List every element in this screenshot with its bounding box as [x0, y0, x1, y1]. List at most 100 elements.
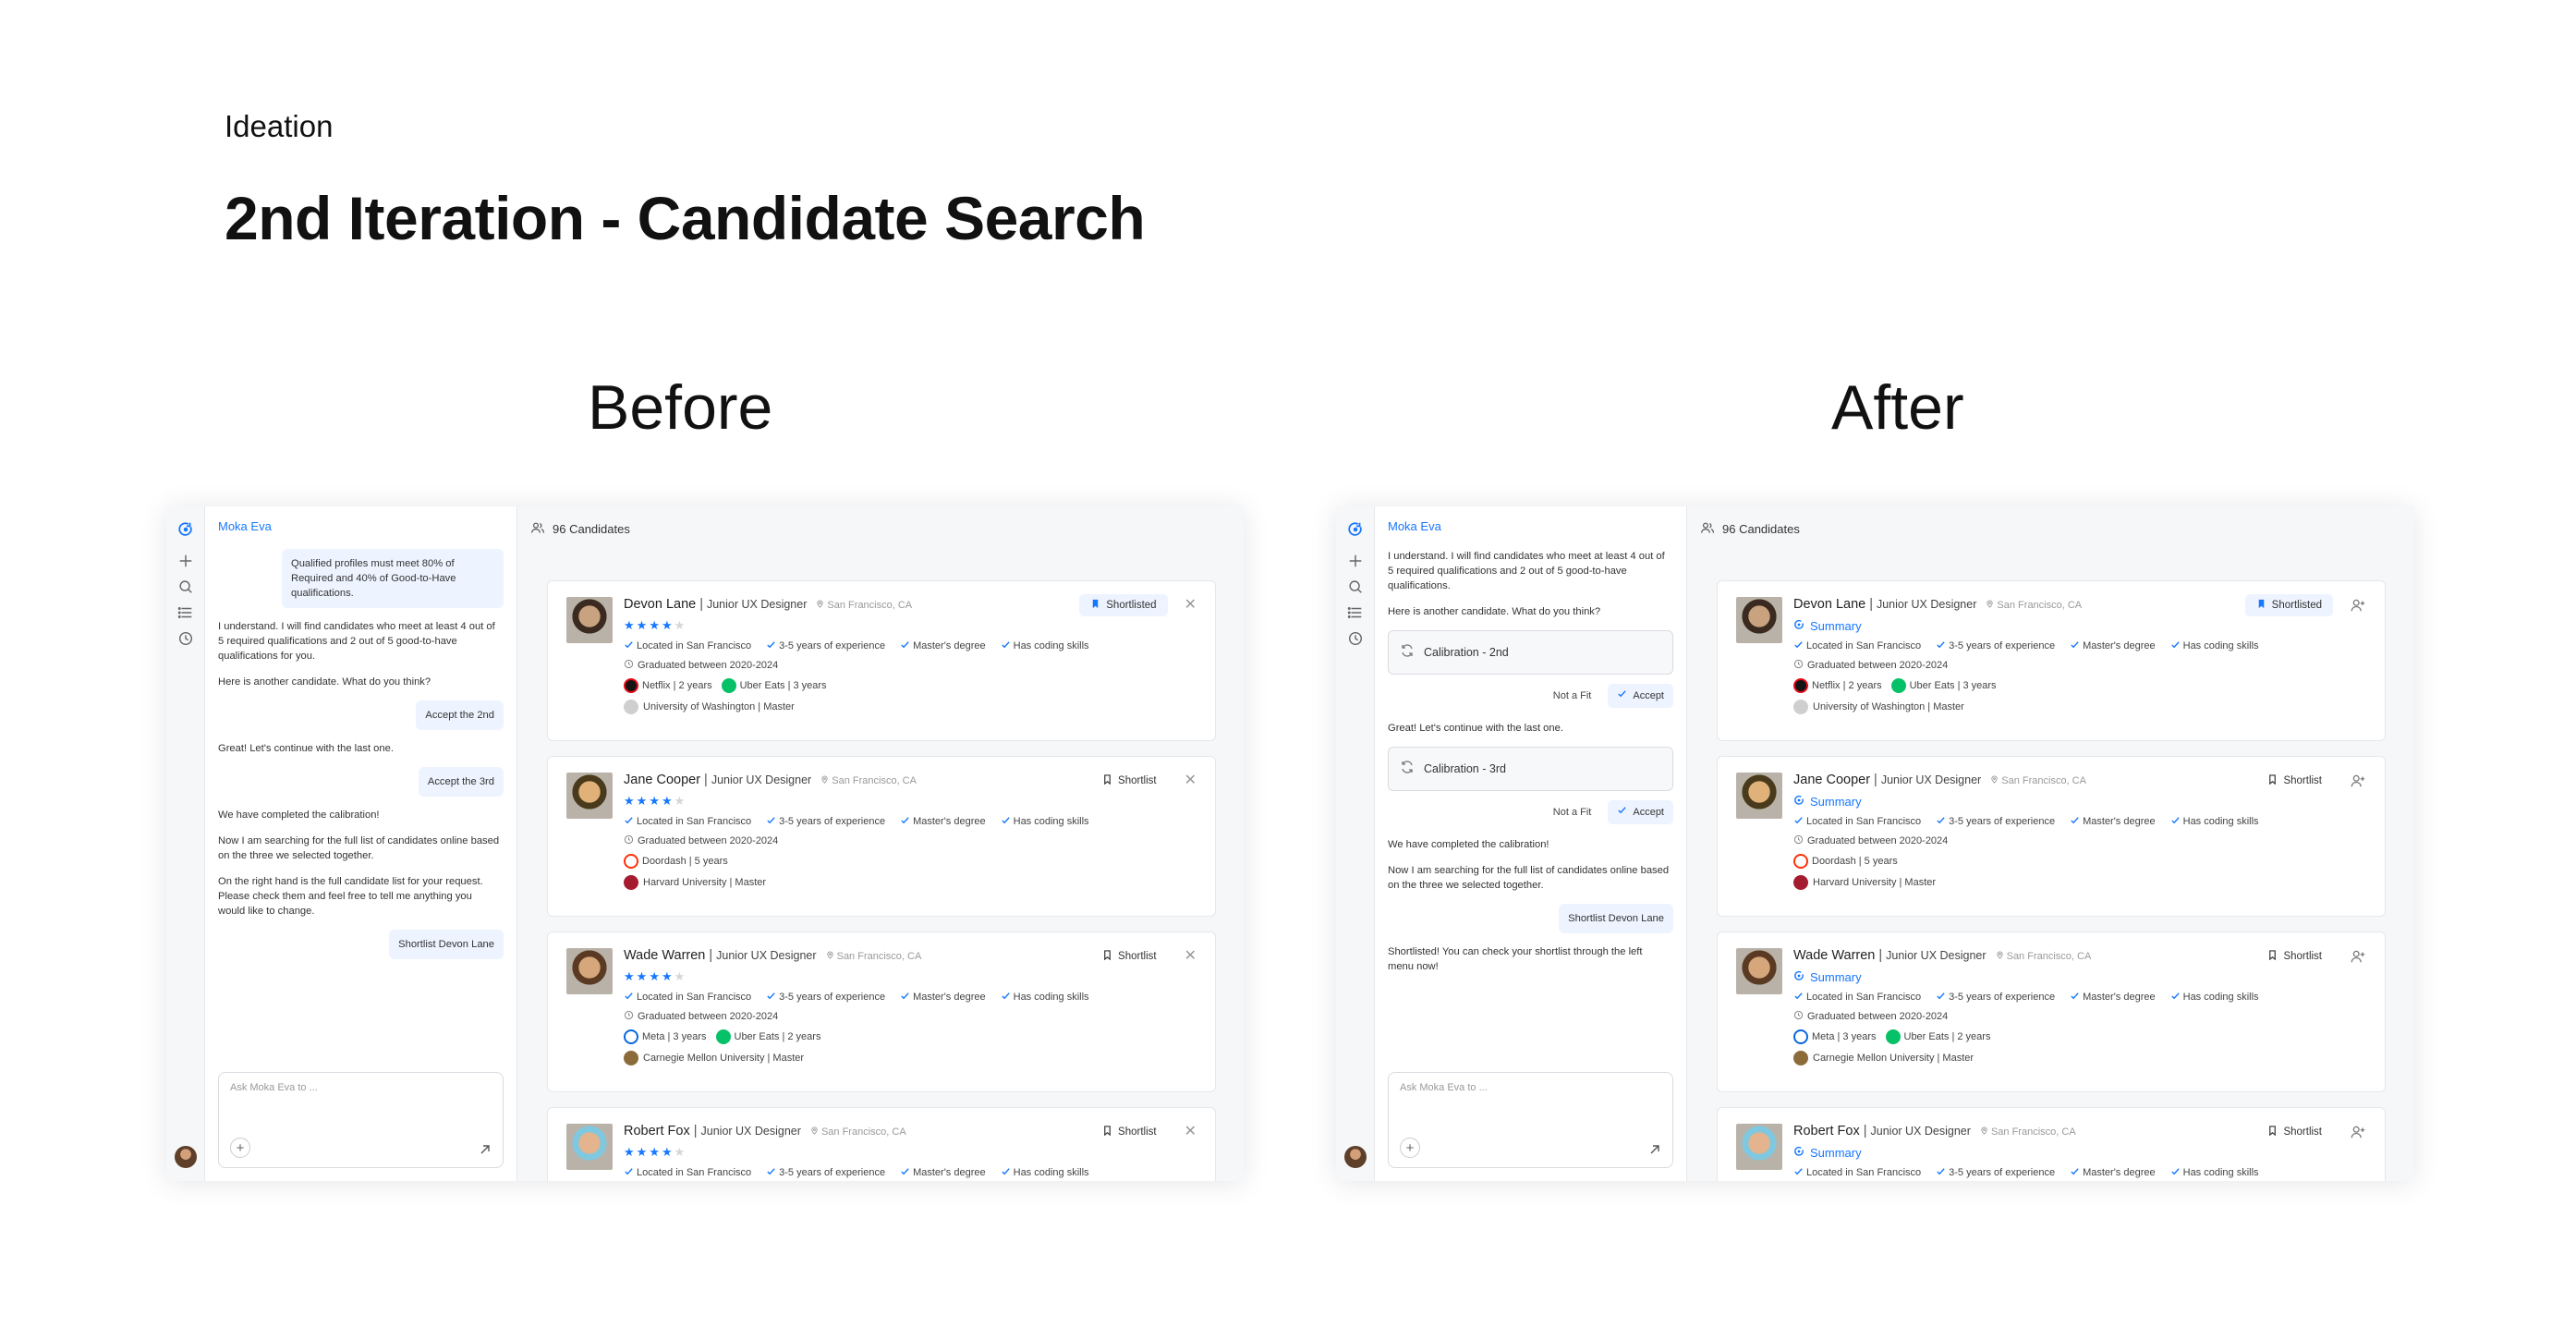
- add-person-icon[interactable]: [2350, 948, 2366, 965]
- candidate-role: Junior UX Designer: [706, 598, 808, 611]
- shortlist-button[interactable]: Shortlist: [2256, 1121, 2333, 1143]
- bookmark-icon: [2267, 774, 2278, 787]
- calibration-card[interactable]: Calibration - 2nd: [1388, 630, 1673, 675]
- check-icon: [2170, 991, 2181, 1004]
- summary-link[interactable]: Summary: [1793, 1144, 2366, 1162]
- search-icon[interactable]: [177, 578, 194, 595]
- history-icon[interactable]: [1347, 630, 1364, 647]
- plus-icon[interactable]: [177, 553, 194, 569]
- candidate-card[interactable]: Jane Cooper | Junior UX Designer San Franc…: [547, 756, 1216, 917]
- education-label: Carnegie Mellon University | Master: [643, 1053, 805, 1064]
- candidate-name[interactable]: Wade Warren: [1793, 948, 1875, 963]
- moka-logo-icon[interactable]: [177, 521, 194, 538]
- close-icon[interactable]: ✕: [1185, 598, 1197, 613]
- qualification-chip: 3-5 years of experience: [1936, 639, 2055, 653]
- qualification-chip: Master's degree: [2070, 639, 2156, 653]
- company-label: Netflix | 2 years: [1812, 680, 1882, 691]
- results-panel: 96 Candidates Devon Lane | Junior UX Design…: [1687, 506, 2413, 1181]
- close-icon[interactable]: ✕: [1185, 1125, 1197, 1139]
- candidate-name[interactable]: Wade Warren: [624, 948, 705, 963]
- candidate-card[interactable]: Devon Lane | Junior UX Designer San Franci…: [1717, 580, 2386, 741]
- attach-button[interactable]: +: [230, 1138, 250, 1158]
- company-label: Meta | 3 years: [642, 1031, 707, 1042]
- candidate-photo: [566, 773, 613, 819]
- plus-icon[interactable]: [1347, 553, 1364, 569]
- candidate-card[interactable]: Wade Warren | Junior UX Designer San Franc…: [547, 931, 1216, 1092]
- candidate-name[interactable]: Jane Cooper: [624, 773, 700, 787]
- qualification-chip: Has coding skills: [1001, 639, 1089, 653]
- shortlist-button[interactable]: Shortlist: [1091, 770, 1168, 792]
- user-avatar[interactable]: [1344, 1146, 1367, 1168]
- qualification-chip: Master's degree: [900, 814, 986, 829]
- chip-label: Has coding skills: [1013, 1167, 1089, 1178]
- history-icon[interactable]: [177, 630, 194, 647]
- accept-button[interactable]: Accept: [1608, 684, 1673, 708]
- add-person-icon[interactable]: [2350, 773, 2366, 789]
- accept-button[interactable]: Accept: [1608, 800, 1673, 824]
- close-icon[interactable]: ✕: [1185, 773, 1197, 788]
- experience-row: Netflix | 2 years Uber Eats | 3 years: [624, 677, 1197, 694]
- close-icon[interactable]: ✕: [1185, 949, 1197, 964]
- chat-messages: Qualified profiles must meet 80% of Requ…: [218, 549, 504, 970]
- not-a-fit-button[interactable]: Not a Fit: [1553, 805, 1592, 820]
- shortlist-label: Shortlist: [2283, 951, 2322, 962]
- photo-image: [1736, 773, 1782, 819]
- send-icon[interactable]: [1648, 1143, 1661, 1156]
- graduation-row: Graduated between 2020-2024: [1793, 658, 2366, 673]
- add-person-icon[interactable]: [2350, 1124, 2366, 1140]
- shortlisted-button[interactable]: Shortlisted: [1079, 594, 1168, 616]
- candidate-name[interactable]: Jane Cooper: [1793, 773, 1870, 787]
- not-a-fit-button[interactable]: Not a Fit: [1553, 688, 1592, 703]
- left-rail: [1336, 506, 1375, 1181]
- candidate-card[interactable]: Robert Fox | Junior UX Designer San Franci…: [1717, 1107, 2386, 1181]
- summary-link[interactable]: Summary: [1793, 617, 2366, 635]
- list-icon[interactable]: [177, 604, 194, 621]
- candidate-name[interactable]: Devon Lane: [1793, 597, 1865, 612]
- company-logo: [1890, 678, 1906, 693]
- candidate-name[interactable]: Robert Fox: [624, 1124, 690, 1138]
- candidate-location: San Francisco, CA: [1990, 775, 2086, 786]
- candidate-photo: [566, 597, 613, 643]
- user-avatar[interactable]: [175, 1146, 197, 1168]
- list-icon[interactable]: [1347, 604, 1364, 621]
- candidate-card[interactable]: Jane Cooper | Junior UX Designer San Franc…: [1717, 756, 2386, 917]
- send-icon[interactable]: [479, 1143, 492, 1156]
- moka-logo-icon[interactable]: [1347, 521, 1364, 538]
- chat-input[interactable]: Ask Moka Eva to ... +: [218, 1072, 504, 1168]
- check-icon: [1001, 815, 1011, 828]
- summary-link[interactable]: Summary: [1793, 793, 2366, 810]
- experience-row: Netflix | 2 years Uber Eats | 3 years: [1793, 677, 2366, 694]
- add-person-icon[interactable]: [2350, 597, 2366, 614]
- qualification-chip: Has coding skills: [1001, 814, 1089, 829]
- star-rating: ★★★★★: [624, 794, 1197, 810]
- check-icon: [2170, 815, 2181, 828]
- candidate-name[interactable]: Devon Lane: [624, 597, 696, 612]
- candidate-name[interactable]: Robert Fox: [1793, 1124, 1860, 1138]
- qualification-chip: Located in San Francisco: [624, 639, 751, 653]
- candidate-list: Devon Lane | Junior UX Designer San Franci…: [1717, 580, 2386, 1181]
- shortlist-button[interactable]: Shortlist: [2256, 945, 2333, 968]
- calibration-actions: Not a Fit Accept: [1388, 684, 1673, 708]
- star-icon: ★: [674, 969, 687, 983]
- user-message: Accept the 3rd: [418, 767, 504, 797]
- assistant-message: We have completed the calibration!: [1388, 839, 1549, 850]
- company-label: Doordash | 5 years: [1812, 856, 1898, 867]
- card-actions: Shortlist: [2256, 1121, 2366, 1143]
- search-icon[interactable]: [1347, 578, 1364, 595]
- candidate-location: San Francisco, CA: [826, 951, 921, 962]
- candidate-card[interactable]: Robert Fox | Junior UX Designer San Franci…: [547, 1107, 1216, 1181]
- check-icon: [1793, 1166, 1804, 1179]
- chip-label: Located in San Francisco: [1806, 816, 1922, 827]
- candidate-card[interactable]: Wade Warren | Junior UX Designer San Franc…: [1717, 931, 2386, 1092]
- attach-button[interactable]: +: [1400, 1138, 1420, 1158]
- calendar-icon: [624, 834, 634, 847]
- chat-input[interactable]: Ask Moka Eva to ... +: [1388, 1072, 1673, 1168]
- candidate-card[interactable]: Devon Lane | Junior UX Designer San Franci…: [547, 580, 1216, 741]
- shortlist-button[interactable]: Shortlist: [2256, 770, 2333, 792]
- candidate-photo: [1736, 948, 1782, 994]
- summary-link[interactable]: Summary: [1793, 968, 2366, 986]
- shortlist-button[interactable]: Shortlist: [1091, 945, 1168, 968]
- shortlisted-button[interactable]: Shortlisted: [2244, 594, 2333, 616]
- shortlist-button[interactable]: Shortlist: [1091, 1121, 1168, 1143]
- calibration-card[interactable]: Calibration - 3rd: [1388, 747, 1673, 791]
